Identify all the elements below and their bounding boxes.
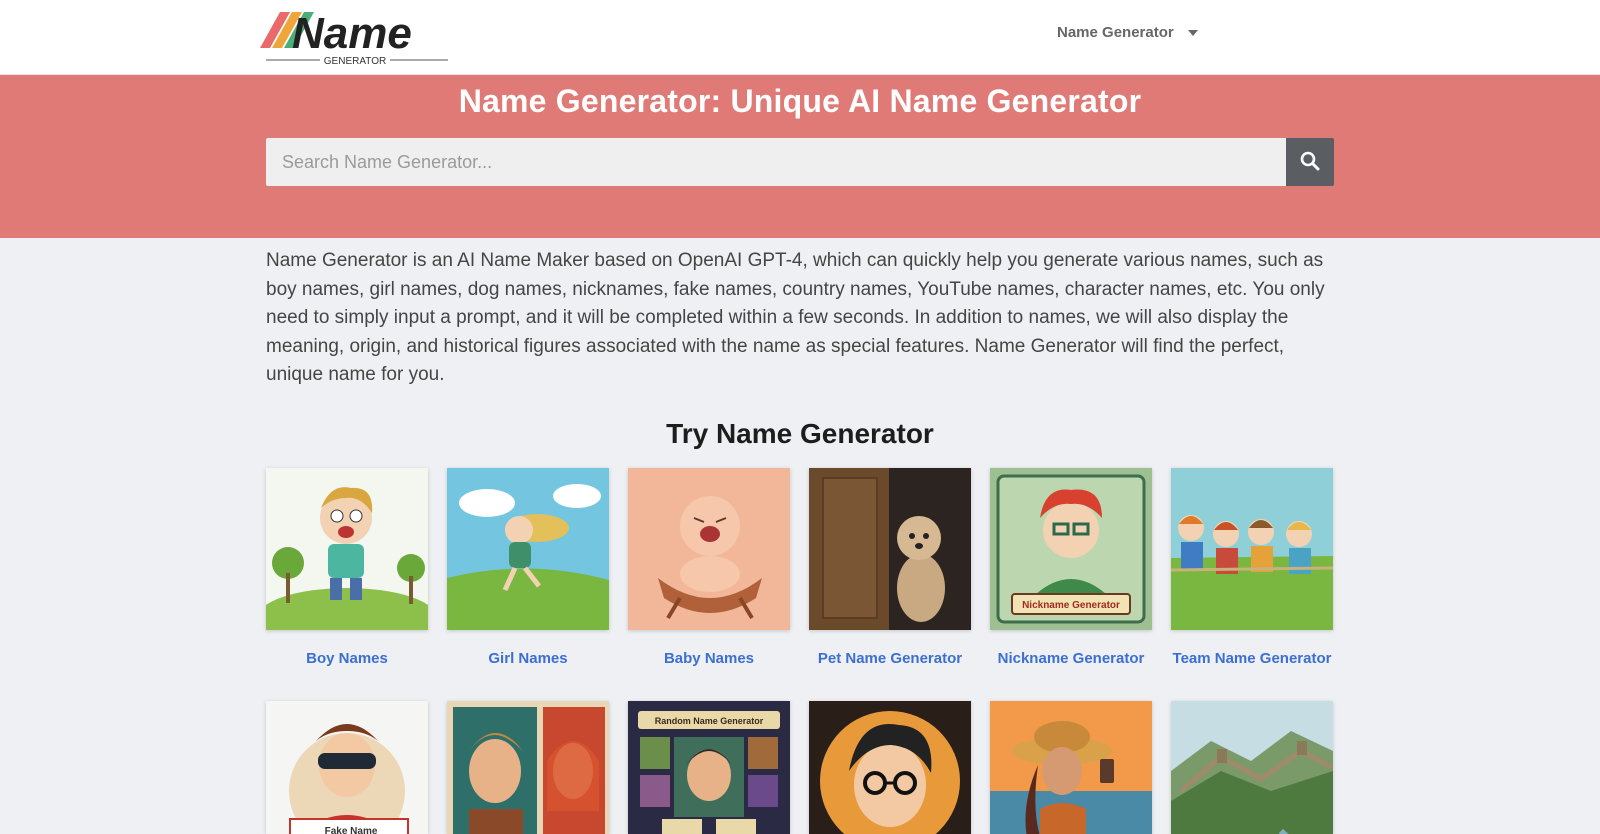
intro-paragraph: Name Generator is an AI Name Maker based… [266,250,1325,386]
tool-card-instagram-name[interactable] [990,701,1152,834]
fake-name-image[interactable]: Fake Name [266,701,428,834]
search-bar [266,138,1334,186]
tool-card-fake-name[interactable]: Fake Name [266,701,428,834]
girl-names-image[interactable] [447,468,609,630]
country-name-image[interactable] [1171,701,1333,834]
svg-text:Random Name Generator: Random Name Generator [655,716,764,726]
tool-card-country-name[interactable] [1171,701,1333,834]
site-header: Name GENERATOR Name Generator [0,0,1600,75]
hero-banner: Name Generator: Unique AI Name Generator [0,75,1600,238]
baby-names-link[interactable]: Baby Names [628,650,790,667]
tool-card-pet-name-generator[interactable]: Pet Name Generator [809,468,971,667]
nav-label: Name Generator [1057,23,1174,41]
boy-names-link[interactable]: Boy Names [266,650,428,667]
tool-card-team-name-generator[interactable]: Team Name Generator [1171,468,1333,667]
search-input[interactable] [266,138,1286,186]
characters-image[interactable] [447,701,609,834]
tool-card-characters[interactable] [447,701,609,834]
pet-name-generator-link[interactable]: Pet Name Generator [809,650,971,667]
girl-names-link[interactable]: Girl Names [447,650,609,667]
random-name-generator-image[interactable]: Random Name Generator [628,701,790,834]
svg-text:Fake Name: Fake Name [325,826,378,834]
tool-card-nickname-generator[interactable]: Nickname Generator Nickname Generator [990,468,1152,667]
tool-card-username[interactable] [809,701,971,834]
pet-name-image[interactable] [809,468,971,630]
baby-names-image[interactable] [628,468,790,630]
logo-graphic: Name GENERATOR [260,9,448,67]
nav-name-generator-menu[interactable]: Name Generator [1057,21,1198,43]
search-icon [1300,151,1320,174]
team-name-image[interactable] [1171,468,1333,630]
nickname-generator-link[interactable]: Nickname Generator [990,650,1152,667]
team-name-generator-link[interactable]: Team Name Generator [1171,650,1333,667]
tool-card-girl-names[interactable]: Girl Names [447,468,609,667]
section-title: Try Name Generator [666,418,934,449]
tool-card-boy-names[interactable]: Boy Names [266,468,428,667]
svg-text:Name: Name [292,10,412,58]
svg-text:GENERATOR: GENERATOR [324,56,386,66]
site-logo[interactable]: Name GENERATOR [258,9,453,67]
caret-down-icon [1187,30,1198,36]
tool-card-random-name-generator[interactable]: Random Name Generator [628,701,790,834]
svg-text:Nickname Generator: Nickname Generator [1022,600,1120,611]
search-button[interactable] [1286,138,1334,186]
username-image[interactable] [809,701,971,834]
nickname-generator-image[interactable]: Nickname Generator [990,468,1152,630]
page-title: Name Generator: Unique AI Name Generator [458,83,1142,119]
tool-card-baby-names[interactable]: Baby Names [628,468,790,667]
boy-names-image[interactable] [266,468,428,630]
instagram-name-image[interactable] [990,701,1152,834]
